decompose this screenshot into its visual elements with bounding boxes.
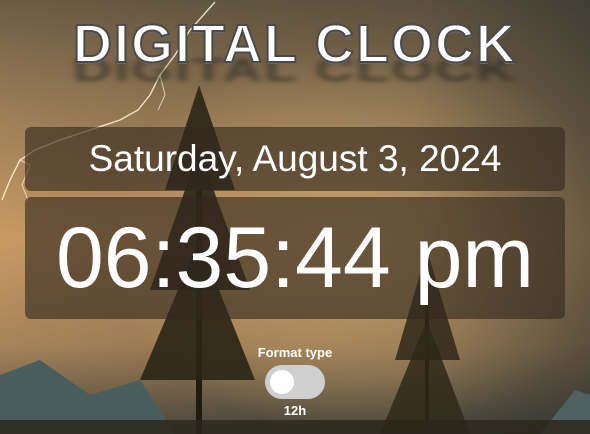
page-title: DIGITAL CLOCK <box>72 13 517 75</box>
format-type-label: Format type <box>257 345 333 360</box>
time-text: 06:35:44 pm <box>55 210 535 306</box>
date-text: Saturday, August 3, 2024 <box>88 138 502 179</box>
date-display: Saturday, August 3, 2024 <box>25 127 565 191</box>
toggle-knob[interactable] <box>270 370 294 394</box>
format-value-label: 12h <box>283 403 307 418</box>
format-toggle-switch[interactable] <box>265 365 325 399</box>
time-display: 06:35:44 pm <box>25 197 565 319</box>
